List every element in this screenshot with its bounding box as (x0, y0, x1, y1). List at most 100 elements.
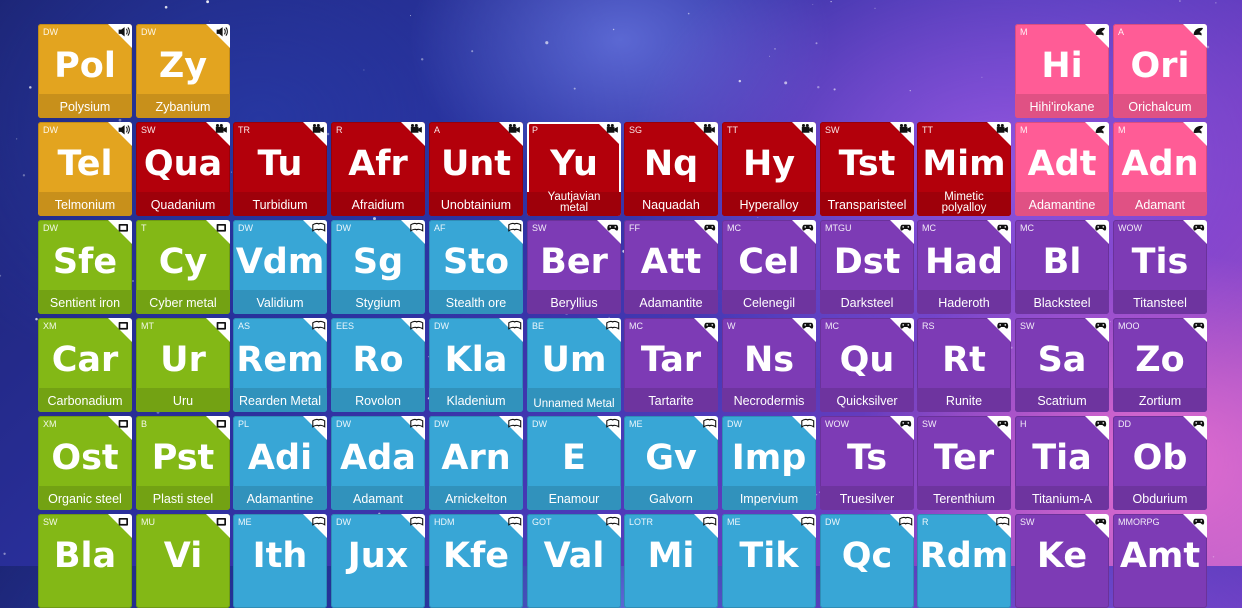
gamepad-icon (1085, 416, 1109, 440)
element-tile[interactable]: R Rdm (917, 514, 1011, 608)
category-code: DW (532, 419, 547, 429)
element-tile[interactable]: ME Ith (233, 514, 327, 608)
element-symbol: Ke (1036, 536, 1088, 576)
element-name: Kladenium (446, 394, 506, 408)
element-tile[interactable]: BE Um Unnamed Metal (527, 318, 621, 412)
element-name: Hihi'irokane (1029, 100, 1095, 114)
element-tile[interactable]: XM Car Carbonadium (38, 318, 132, 412)
category-code: DD (1118, 419, 1131, 429)
element-tile[interactable]: TT Hy Hyperalloy (722, 122, 816, 216)
element-tile[interactable]: WOW Tis Titansteel (1113, 220, 1207, 314)
element-tile[interactable]: SW Ter Terenthium (917, 416, 1011, 510)
element-tile[interactable]: DW Vdm Validium (233, 220, 327, 314)
element-tile[interactable]: SW Ke (1015, 514, 1109, 608)
element-tile[interactable]: DW Sfe Sentient iron (38, 220, 132, 314)
element-tile[interactable]: WOW Ts Truesilver (820, 416, 914, 510)
category-code: MMORPG (1118, 517, 1160, 527)
element-symbol: Imp (731, 438, 807, 478)
category-code: AS (238, 321, 251, 331)
element-tile[interactable]: M Hi Hihi'irokane (1015, 24, 1109, 118)
book-icon (303, 318, 327, 342)
element-tile[interactable]: SW Sa Scatrium (1015, 318, 1109, 412)
element-tile[interactable]: DW Zy Zybanium (136, 24, 230, 118)
element-tile[interactable]: PL Adi Adamantine (233, 416, 327, 510)
element-tile[interactable]: MT Ur Uru (136, 318, 230, 412)
element-tile[interactable]: M Adt Adamantine (1015, 122, 1109, 216)
category-code: H (1020, 419, 1027, 429)
category-code: SW (922, 419, 937, 429)
film-icon (987, 122, 1011, 146)
element-tile[interactable]: SW Tst Transparisteel (820, 122, 914, 216)
element-tile[interactable]: B Pst Plasti steel (136, 416, 230, 510)
category-code: M (1020, 125, 1028, 135)
element-tile[interactable]: AF Sto Stealth ore (429, 220, 523, 314)
element-name: Tartarite (648, 394, 694, 408)
element-name: Stygium (355, 296, 401, 310)
element-tile[interactable]: DW Sg Stygium (331, 220, 425, 314)
gamepad-icon (694, 220, 718, 244)
element-tile[interactable]: DW Jux (331, 514, 425, 608)
element-tile[interactable]: MTGU Dst Darksteel (820, 220, 914, 314)
element-tile[interactable]: FF Att Adamantite (624, 220, 718, 314)
element-tile[interactable]: XM Ost Organic steel (38, 416, 132, 510)
category-code: DW (238, 223, 253, 233)
element-tile[interactable]: DW Qc (820, 514, 914, 608)
element-tile[interactable]: DW E Enamour (527, 416, 621, 510)
element-tile[interactable]: EES Ro Rovolon (331, 318, 425, 412)
tv-icon (108, 416, 132, 440)
element-tile[interactable]: MC Tar Tartarite (624, 318, 718, 412)
element-tile[interactable]: T Cy Cyber metal (136, 220, 230, 314)
element-tile[interactable]: M Adn Adamant (1113, 122, 1207, 216)
element-tile[interactable]: GOT Val (527, 514, 621, 608)
element-tile[interactable]: LOTR Mi (624, 514, 718, 608)
element-tile[interactable]: MU Vi (136, 514, 230, 608)
gamepad-icon (890, 318, 914, 342)
element-tile[interactable]: H Tia Titanium-A (1015, 416, 1109, 510)
element-tile[interactable]: SG Nq Naquadah (624, 122, 718, 216)
element-tile[interactable]: DW Imp Impervium (722, 416, 816, 510)
element-tile[interactable]: SW Bla (38, 514, 132, 608)
element-tile[interactable]: MC Had Haderoth (917, 220, 1011, 314)
element-tile[interactable]: MC Qu Quicksilver (820, 318, 914, 412)
element-symbol: Mi (647, 536, 695, 576)
element-tile[interactable]: DW Kla Kladenium (429, 318, 523, 412)
element-tile[interactable]: R Afr Afraidium (331, 122, 425, 216)
element-name: Scatrium (1037, 394, 1087, 408)
element-tile[interactable]: DD Ob Obdurium (1113, 416, 1207, 510)
element-tile[interactable]: HDM Kfe (429, 514, 523, 608)
mask-icon (1183, 24, 1207, 48)
element-symbol: Yu (550, 144, 598, 184)
element-tile[interactable]: SW Ber Beryllius (527, 220, 621, 314)
element-tile[interactable]: DW Pol Polysium (38, 24, 132, 118)
element-symbol: Ur (160, 340, 206, 380)
element-symbol: Adi (247, 438, 313, 478)
element-tile[interactable]: SW Qua Quadanium (136, 122, 230, 216)
element-tile[interactable]: P Yu Yautjavian metal (527, 122, 621, 216)
element-name: Polysium (59, 100, 111, 114)
element-tile[interactable]: MMORPG Amt (1113, 514, 1207, 608)
element-tile[interactable]: A Ori Orichalcum (1113, 24, 1207, 118)
category-code: DW (43, 223, 58, 233)
element-tile[interactable]: A Unt Unobtainium (429, 122, 523, 216)
element-tile[interactable]: TR Tu Turbidium (233, 122, 327, 216)
element-tile[interactable]: DW Arn Arnickelton (429, 416, 523, 510)
element-symbol: Qc (841, 536, 893, 576)
element-tile[interactable]: MC Cel Celenegil (722, 220, 816, 314)
element-tile[interactable]: AS Rem Rearden Metal (233, 318, 327, 412)
element-tile[interactable]: ME Gv Galvorn (624, 416, 718, 510)
element-tile[interactable]: TT Mim Mimetic polyalloy (917, 122, 1011, 216)
element-symbol: Rt (942, 340, 986, 380)
element-name: Darksteel (840, 296, 894, 310)
element-name: Telmonium (54, 198, 116, 212)
element-tile[interactable]: ME Tik (722, 514, 816, 608)
element-tile[interactable]: W Ns Necrodermis (722, 318, 816, 412)
element-tile[interactable]: DW Tel Telmonium (38, 122, 132, 216)
element-tile[interactable]: DW Ada Adamant (331, 416, 425, 510)
element-tile[interactable]: MOO Zo Zortium (1113, 318, 1207, 412)
category-code: SW (532, 223, 547, 233)
element-name: Organic steel (48, 492, 122, 506)
element-tile[interactable]: MC Bl Blacksteel (1015, 220, 1109, 314)
element-tile[interactable]: RS Rt Runite (917, 318, 1011, 412)
category-code: BE (532, 321, 545, 331)
category-code: P (532, 125, 539, 135)
